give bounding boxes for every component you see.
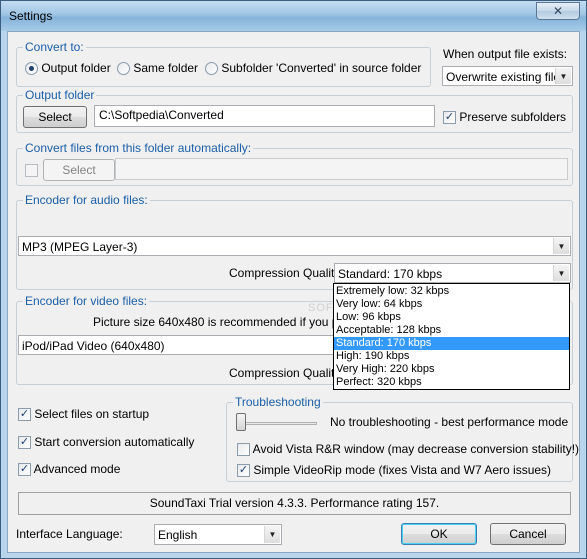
- output-exists-value: Overwrite existing file: [446, 70, 561, 84]
- video-quality-label: Compression Quality: [229, 366, 341, 380]
- output-exists-label: When output file exists:: [443, 47, 568, 61]
- troubleshooting-slider-thumb[interactable]: [236, 413, 246, 431]
- radio-subfolder-label: Subfolder 'Converted' in source folder: [221, 61, 422, 75]
- audio-quality-label: Compression Quality: [229, 266, 341, 280]
- quality-option[interactable]: Extremely low: 32 kbps: [334, 285, 569, 298]
- chevron-down-icon[interactable]: ▼: [553, 238, 569, 254]
- start-auto-checkbox[interactable]: ✓ Start conversion automatically: [18, 435, 195, 450]
- check-icon[interactable]: ✓: [18, 436, 31, 450]
- quality-option[interactable]: Acceptable: 128 kbps: [334, 324, 569, 337]
- check-icon[interactable]: ✓: [18, 463, 31, 477]
- audio-encoder-title: Encoder for audio files:: [23, 193, 150, 207]
- simple-videorip-label: Simple VideoRip mode (fixes Vista and W7…: [253, 463, 552, 477]
- output-exists-select[interactable]: Overwrite existing file ▼: [442, 66, 573, 86]
- avoid-vista-checkbox[interactable]: Avoid Vista R&R window (may decrease con…: [237, 442, 580, 457]
- output-folder-path-input[interactable]: C:\Softpedia\Converted: [94, 105, 435, 127]
- radio-subfolder[interactable]: Subfolder 'Converted' in source folder: [205, 61, 422, 76]
- radio-same-folder-indicator[interactable]: [117, 62, 130, 76]
- quality-option[interactable]: Very High: 220 kbps: [334, 363, 569, 376]
- check-icon[interactable]: ✓: [443, 111, 456, 125]
- output-folder-title: Output folder: [23, 88, 97, 102]
- settings-client-area: Convert to: Output folder Same folder Su…: [7, 31, 580, 553]
- chevron-down-icon[interactable]: ▼: [264, 526, 280, 543]
- audio-quality-select[interactable]: Standard: 170 kbps ▼: [334, 263, 571, 283]
- radio-output-folder[interactable]: Output folder: [25, 61, 111, 76]
- auto-convert-path-input[interactable]: [115, 158, 568, 180]
- video-encoder-select[interactable]: iPod/iPad Video (640x480): [18, 335, 338, 355]
- close-button[interactable]: ✕: [536, 2, 580, 20]
- window-title: Settings: [9, 9, 53, 23]
- check-icon[interactable]: ✓: [237, 464, 250, 478]
- output-folder-select-button[interactable]: Select: [23, 106, 87, 128]
- quality-option[interactable]: Perfect: 320 kbps: [334, 376, 569, 389]
- select-on-startup-label: Select files on startup: [34, 407, 150, 421]
- check-icon[interactable]: ✓: [18, 408, 31, 422]
- select-on-startup-checkbox[interactable]: ✓ Select files on startup: [18, 407, 150, 422]
- radio-same-folder-label: Same folder: [133, 61, 199, 75]
- avoid-vista-label: Avoid Vista R&R window (may decrease con…: [252, 442, 580, 456]
- troubleshooting-slider-track[interactable]: [237, 422, 317, 425]
- language-label: Interface Language:: [16, 527, 123, 541]
- quality-option[interactable]: High: 190 kbps: [334, 350, 569, 363]
- auto-convert-title: Convert files from this folder automatic…: [23, 141, 254, 155]
- output-folder-group: Output folder Select C:\Softpedia\Conver…: [16, 88, 573, 133]
- audio-encoder-group: Encoder for audio files: MP3 (MPEG Layer…: [16, 193, 573, 290]
- radio-same-folder[interactable]: Same folder: [117, 61, 199, 76]
- start-auto-label: Start conversion automatically: [34, 435, 195, 449]
- simple-videorip-checkbox[interactable]: ✓ Simple VideoRip mode (fixes Vista and …: [237, 463, 552, 478]
- radio-output-folder-label: Output folder: [41, 61, 111, 75]
- quality-option-selected[interactable]: Standard: 170 kbps: [334, 337, 569, 350]
- ok-button[interactable]: OK: [401, 523, 477, 545]
- radio-subfolder-indicator[interactable]: [205, 62, 218, 76]
- avoid-vista-check[interactable]: [237, 443, 250, 457]
- close-icon: ✕: [552, 4, 564, 18]
- language-select[interactable]: English ▼: [154, 524, 282, 545]
- audio-quality-dropdown-list[interactable]: Extremely low: 32 kbps Very low: 64 kbps…: [333, 283, 570, 390]
- quality-option[interactable]: Low: 96 kbps: [334, 311, 569, 324]
- quality-option[interactable]: Very low: 64 kbps: [334, 298, 569, 311]
- audio-quality-value: Standard: 170 kbps: [338, 267, 443, 281]
- convert-to-title: Convert to:: [23, 40, 86, 54]
- auto-convert-select-button[interactable]: Select: [43, 159, 115, 181]
- language-value: English: [158, 528, 198, 542]
- convert-to-group: Convert to: Output folder Same folder Su…: [16, 40, 431, 87]
- radio-output-folder-indicator[interactable]: [25, 62, 38, 76]
- advanced-mode-checkbox[interactable]: ✓ Advanced mode: [18, 462, 121, 477]
- troubleshooting-mode-label: No troubleshooting - best performance mo…: [330, 415, 569, 429]
- preserve-subfolders-checkbox[interactable]: ✓ Preserve subfolders: [443, 110, 567, 125]
- preserve-subfolders-label: Preserve subfolders: [459, 110, 567, 124]
- advanced-mode-label: Advanced mode: [33, 462, 121, 476]
- auto-convert-group: Convert files from this folder automatic…: [16, 141, 573, 186]
- settings-window: Settings ✕ Convert to: Output folder Sam…: [0, 0, 587, 559]
- chevron-down-icon[interactable]: ▼: [553, 265, 569, 281]
- status-bar: SoundTaxi Trial version 4.3.3. Performan…: [18, 492, 571, 515]
- cancel-button[interactable]: Cancel: [490, 523, 566, 545]
- video-encoder-value: iPod/iPad Video (640x480): [22, 339, 165, 353]
- audio-encoder-value: MP3 (MPEG Layer-3): [22, 240, 138, 254]
- audio-encoder-select[interactable]: MP3 (MPEG Layer-3) ▼: [18, 236, 571, 256]
- video-encoder-title: Encoder for video files:: [23, 294, 150, 308]
- auto-convert-checkbox[interactable]: [25, 164, 38, 178]
- video-size-hint: Picture size 640x480 is recommended if y…: [93, 315, 362, 329]
- chevron-down-icon[interactable]: ▼: [555, 68, 571, 84]
- title-bar[interactable]: Settings ✕: [1, 1, 586, 31]
- troubleshooting-title: Troubleshooting: [233, 395, 323, 409]
